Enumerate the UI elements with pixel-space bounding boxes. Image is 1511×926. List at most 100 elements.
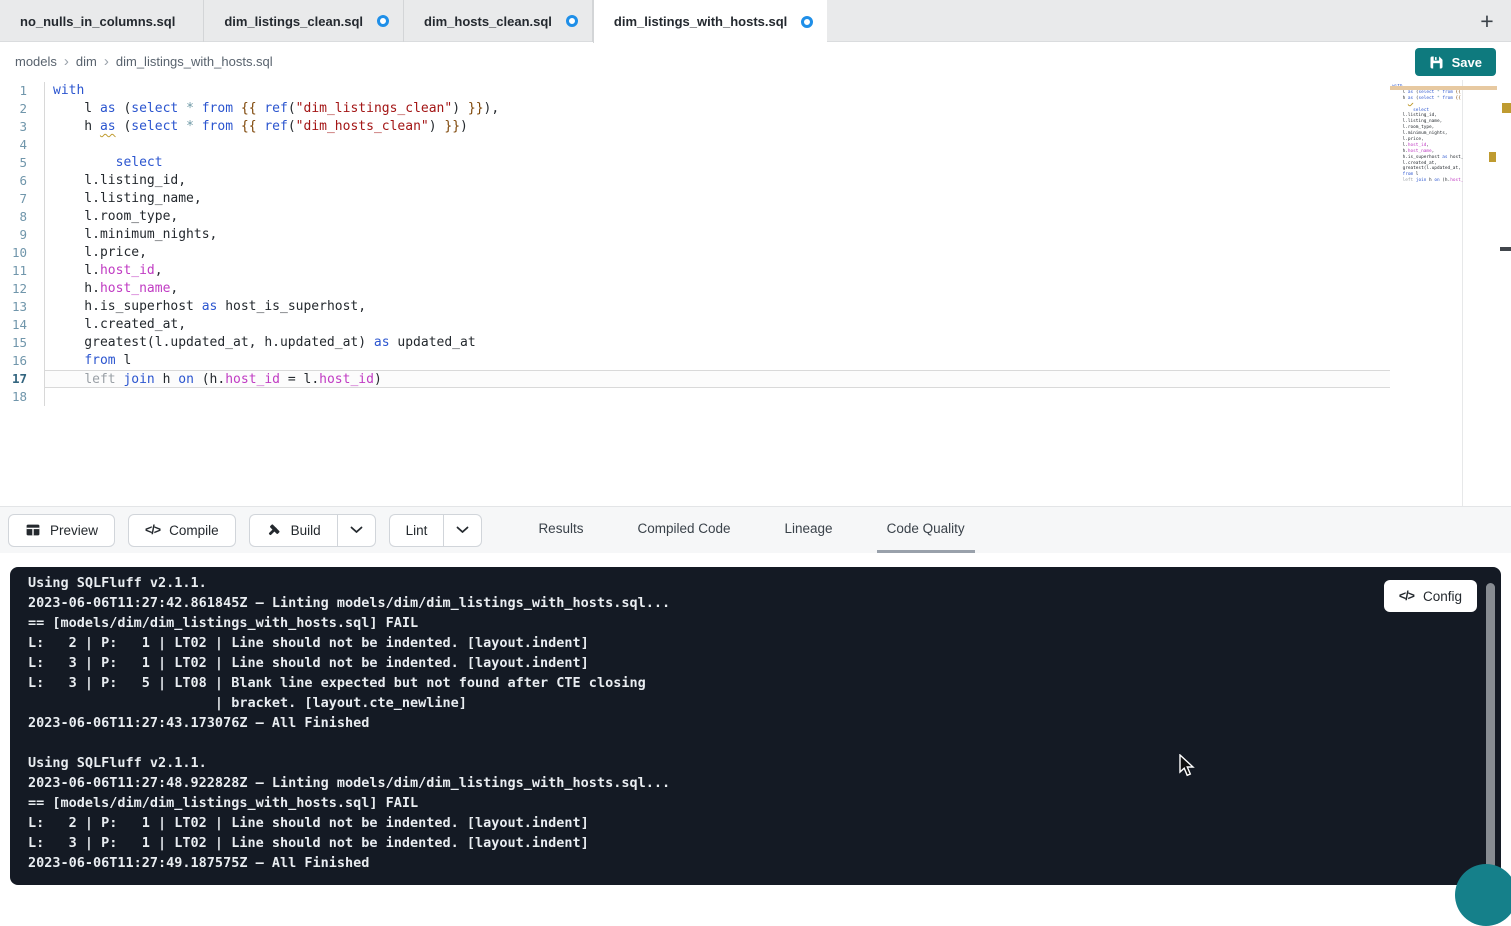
- code-line-16[interactable]: 16 from l: [0, 352, 1390, 370]
- line-number: 18: [0, 388, 45, 406]
- terminal-line: L: 3 | P: 1 | LT02 | Line should not be …: [28, 653, 1501, 673]
- code-line-2[interactable]: 2 l as (select * from {{ ref("dim_listin…: [0, 100, 1390, 118]
- result-tabs: Results Compiled Code Lineage Code Quality: [528, 507, 974, 553]
- tab-label: no_nulls_in_columns.sql: [20, 14, 175, 29]
- breadcrumb-item[interactable]: dim: [76, 54, 97, 69]
- tab-dim_listings_clean-sql[interactable]: dim_listings_clean.sql: [204, 0, 404, 42]
- preview-button[interactable]: Preview: [8, 514, 115, 547]
- compile-button[interactable]: </> Compile: [128, 514, 236, 547]
- save-button[interactable]: Save: [1415, 48, 1496, 76]
- terminal-line: [28, 733, 1501, 753]
- line-number: 5: [0, 154, 45, 172]
- code-text: l as (select * from {{ ref("dim_listings…: [45, 100, 1390, 118]
- tab-label: dim_listings_clean.sql: [224, 14, 363, 29]
- code-line-18[interactable]: 18: [0, 388, 1390, 406]
- code-text: select: [45, 154, 1390, 172]
- breadcrumb-item[interactable]: models: [15, 54, 57, 69]
- code-line-17[interactable]: 17 left join h on (h.host_id = l.host_id…: [0, 370, 1390, 388]
- terminal-scrollbar[interactable]: [1486, 583, 1495, 869]
- chevron-down-icon: [350, 526, 363, 534]
- result-tab-code-quality[interactable]: Code Quality: [877, 507, 975, 553]
- help-chat-bubble[interactable]: [1455, 864, 1511, 926]
- unsaved-changes-dot-icon[interactable]: [377, 15, 389, 27]
- terminal-line: 2023-06-06T11:27:42.861845Z — Linting mo…: [28, 593, 1501, 613]
- lint-button[interactable]: Lint: [389, 514, 444, 547]
- lint-output-terminal[interactable]: Using SQLFluff v2.1.1.2023-06-06T11:27:4…: [10, 567, 1501, 885]
- code-line-1[interactable]: 1with: [0, 82, 1390, 100]
- code-line-3[interactable]: 3 h as (select * from {{ ref("dim_hosts_…: [0, 118, 1390, 136]
- overview-ruler-cursor-marker: [1500, 247, 1511, 251]
- lint-label: Lint: [406, 523, 428, 538]
- terminal-line: L: 3 | P: 1 | LT02 | Line should not be …: [28, 833, 1501, 853]
- terminal-line: L: 3 | P: 5 | LT08 | Blank line expected…: [28, 673, 1501, 693]
- code-line-15[interactable]: 15 greatest(l.updated_at, h.updated_at) …: [0, 334, 1390, 352]
- terminal-line: == [models/dim/dim_listings_with_hosts.s…: [28, 613, 1501, 633]
- code-text: l.listing_id,: [45, 172, 1390, 190]
- config-button[interactable]: </> Config: [1384, 580, 1477, 612]
- dbt-cloud-ide: { "colors": { "accent_teal": "#0e7a7e", …: [0, 0, 1511, 875]
- line-number: 15: [0, 334, 45, 352]
- unsaved-changes-dot-icon[interactable]: [801, 16, 813, 28]
- code-line-8[interactable]: 8 l.room_type,: [0, 208, 1390, 226]
- code-line-7[interactable]: 7 l.listing_name,: [0, 190, 1390, 208]
- build-dropdown-button[interactable]: [337, 514, 376, 547]
- code-editor[interactable]: 1with2 l as (select * from {{ ref("dim_l…: [0, 80, 1511, 506]
- code-text: h as (select * from {{ ref("dim_hosts_cl…: [45, 118, 1390, 136]
- code-line-12[interactable]: 12 h.host_name,: [0, 280, 1390, 298]
- code-line-18: 18: [1390, 184, 1463, 190]
- breadcrumb-bar: models›dim›dim_listings_with_hosts.sql S…: [0, 43, 1511, 80]
- code-icon: </>: [1399, 589, 1414, 603]
- action-buttons: Preview </> Compile Build: [0, 514, 482, 547]
- terminal-line: 2023-06-06T11:27:48.922828Z — Linting mo…: [28, 773, 1501, 793]
- code-text: h.is_superhost as host_is_superhost,: [45, 298, 1390, 316]
- tab-dim_listings_with_hosts-sql[interactable]: dim_listings_with_hosts.sql: [593, 0, 827, 43]
- new-tab-button[interactable]: +: [1469, 0, 1505, 42]
- line-number: 11: [0, 262, 45, 280]
- terminal-line: Using SQLFluff v2.1.1.: [28, 753, 1501, 773]
- code-text: [45, 388, 1390, 406]
- terminal-line: L: 2 | P: 1 | LT02 | Line should not be …: [28, 633, 1501, 653]
- code-line-4[interactable]: 4: [0, 136, 1390, 154]
- line-number: 12: [0, 280, 45, 298]
- terminal-line: 2023-06-06T11:27:49.187575Z — All Finish…: [28, 853, 1501, 873]
- code-line-14[interactable]: 14 l.created_at,: [0, 316, 1390, 334]
- tab-bar-tabs: no_nulls_in_columns.sql dim_listings_clea…: [0, 0, 827, 41]
- code-line-9[interactable]: 9 l.minimum_nights,: [0, 226, 1390, 244]
- minimap[interactable]: 1with2 l as (select * from {{ ref("dim_l…: [1390, 84, 1463, 204]
- save-icon: [1429, 55, 1444, 70]
- code-line-13[interactable]: 13 h.is_superhost as host_is_superhost,: [0, 298, 1390, 316]
- minimap-warning-band: [1390, 86, 1497, 90]
- lint-split-button: Lint: [389, 514, 483, 547]
- chevron-down-icon: [456, 526, 469, 534]
- tab-label: dim_listings_with_hosts.sql: [614, 14, 787, 29]
- line-number: 4: [0, 136, 45, 154]
- code-text: greatest(l.updated_at, h.updated_at) as …: [45, 334, 1390, 352]
- result-tab-lineage[interactable]: Lineage: [775, 507, 843, 553]
- overview-ruler-warning-marker: [1502, 103, 1511, 113]
- code-line-11[interactable]: 11 l.host_id,: [0, 262, 1390, 280]
- tab-dim_hosts_clean-sql[interactable]: dim_hosts_clean.sql: [404, 0, 593, 42]
- editor-toolbar: Preview </> Compile Build: [0, 506, 1511, 553]
- code-line-10[interactable]: 10 l.price,: [0, 244, 1390, 262]
- line-number: 6: [0, 172, 45, 190]
- lint-dropdown-button[interactable]: [443, 514, 482, 547]
- terminal-log: Using SQLFluff v2.1.1.2023-06-06T11:27:4…: [28, 573, 1501, 873]
- result-tab-compiled-code[interactable]: Compiled Code: [627, 507, 740, 553]
- result-tab-results[interactable]: Results: [528, 507, 593, 553]
- overview-ruler-warning-marker: [1489, 152, 1496, 162]
- unsaved-changes-dot-icon[interactable]: [566, 15, 578, 27]
- breadcrumb-item[interactable]: dim_listings_with_hosts.sql: [116, 54, 273, 69]
- code-line-5[interactable]: 5 select: [0, 154, 1390, 172]
- breadcrumb-separator-icon: ›: [104, 54, 109, 69]
- code-text: l.created_at,: [45, 316, 1390, 334]
- hammer-icon: [266, 522, 282, 538]
- tab-no_nulls_in_columns-sql[interactable]: no_nulls_in_columns.sql: [0, 0, 204, 42]
- line-number: 16: [0, 352, 45, 370]
- code-text: [45, 136, 1390, 154]
- line-number: 7: [0, 190, 45, 208]
- build-label: Build: [291, 523, 321, 538]
- build-button[interactable]: Build: [249, 514, 337, 547]
- code-line-6[interactable]: 6 l.listing_id,: [0, 172, 1390, 190]
- tab-label: dim_hosts_clean.sql: [424, 14, 552, 29]
- table-grid-icon: [25, 522, 41, 538]
